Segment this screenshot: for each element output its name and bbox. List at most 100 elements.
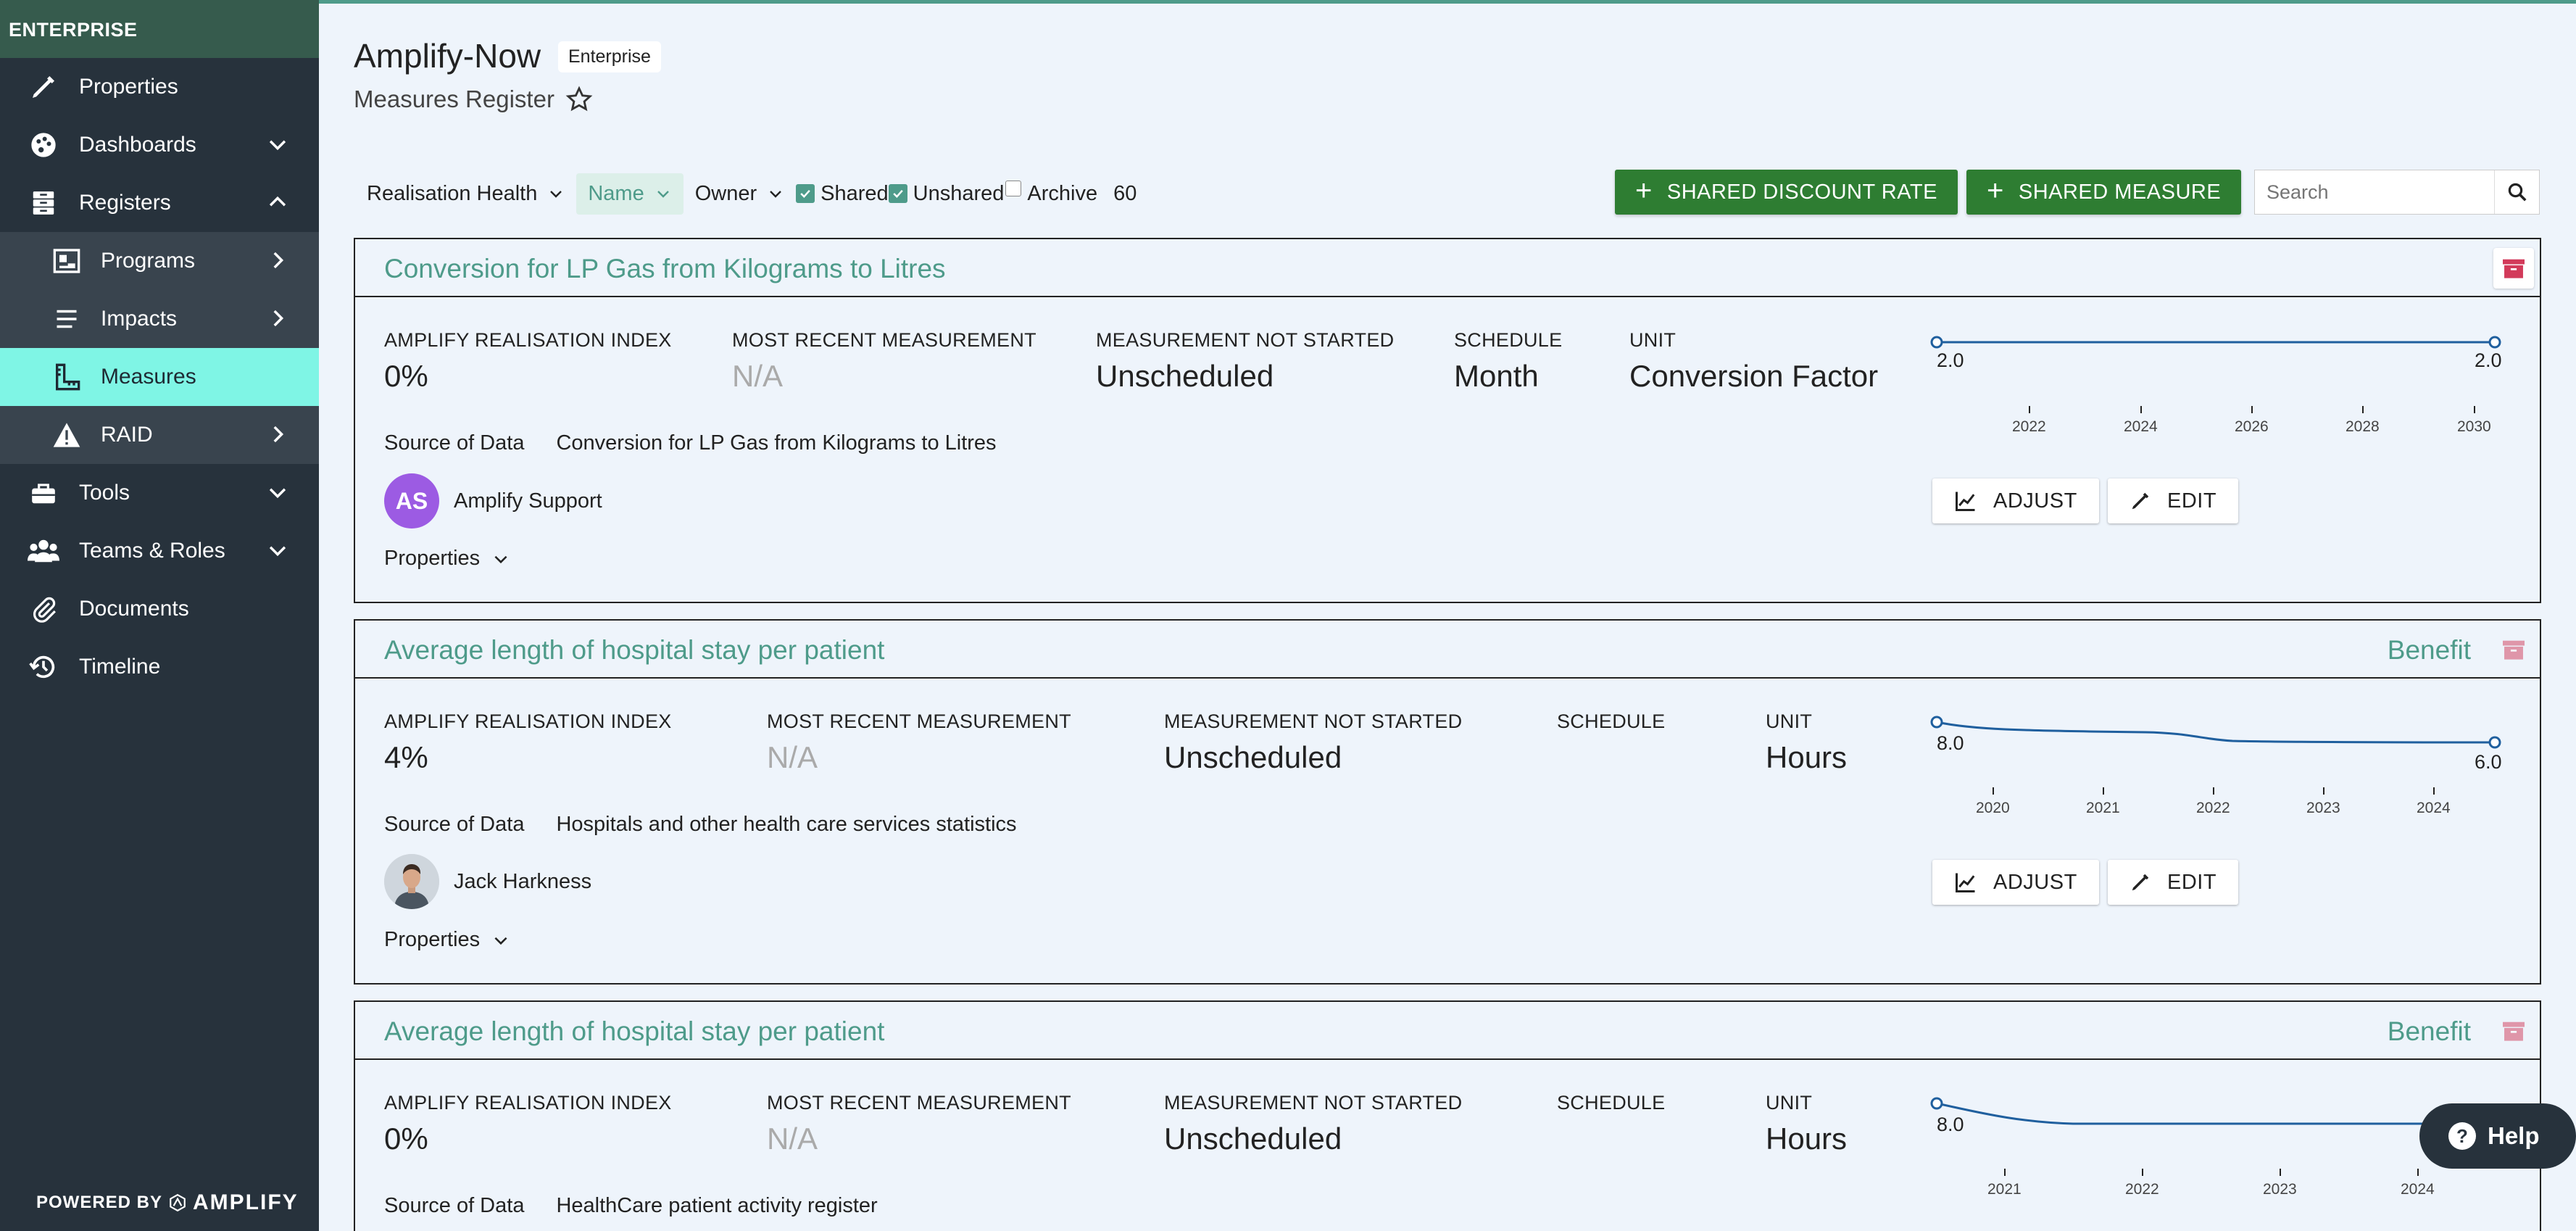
start-point [1930,336,1943,349]
sidebar-item-properties[interactable]: Properties [0,58,319,116]
chart-line-icon [1956,873,1975,892]
ari-metric: AMPLIFY REALISATION INDEX 4% [384,710,672,775]
sidebar-item-raid[interactable]: RAID [0,406,319,464]
metric-label: MOST RECENT MEASUREMENT [732,329,1036,351]
search-button[interactable] [2494,170,2539,214]
favorite-star-icon[interactable] [565,86,593,113]
shared-measure-button[interactable]: + SHARED MEASURE [1966,170,2242,215]
name-sort-filter[interactable]: Name [576,173,684,215]
adjust-button[interactable]: ADJUST [1932,478,2099,523]
metric-value: 4% [384,740,428,774]
x-tick-label: 2022 [2196,800,2230,816]
sidebar-item-label: Dashboards [79,133,196,157]
registers-icon [28,188,59,217]
archive-button[interactable] [2493,248,2534,289]
source-of-data: Source of Data Hospitals and other health… [384,813,1017,837]
metric-label: AMPLIFY REALISATION INDEX [384,710,672,732]
measure-card: Average length of hospital stay per pati… [354,619,2541,985]
measure-card: Average length of hospital stay per pati… [354,1000,2541,1231]
metric-label: UNIT [1766,710,1813,732]
avatar [384,854,439,909]
sidebar-item-dashboards[interactable]: Dashboards [0,116,319,174]
chevron-down-icon [269,488,286,499]
sidebar-item-impacts[interactable]: Impacts [0,290,319,348]
metric-label: SCHEDULE [1557,1092,1666,1114]
properties-label: Properties [384,928,481,951]
chevron-down-icon [269,140,286,151]
end-point [2488,336,2501,349]
metric-label: MEASUREMENT NOT STARTED [1164,710,1463,732]
shared-checkbox[interactable]: Shared [796,182,889,206]
metric-label: MOST RECENT MEASUREMENT [767,710,1071,732]
owner-name: Jack Harkness [454,869,592,893]
powered-by-brand: AMPLIFY [193,1190,299,1214]
adjust-button[interactable]: ADJUST [1932,860,2099,905]
x-axis: 2020 2021 2022 2023 2024 [1976,787,2451,816]
edit-button[interactable]: EDIT [2108,478,2239,523]
end-value-label: 2.0 [2475,349,2502,371]
checkbox-checked-icon [888,184,907,203]
metric-value: Unscheduled [1164,1122,1342,1156]
button-label: ADJUST [1993,870,2077,894]
unit-metric: UNIT Conversion Factor [1629,329,1878,394]
x-tick-label: 2024 [2124,418,2158,435]
unshared-checkbox[interactable]: Unshared [888,181,1005,206]
archive-checkbox[interactable]: Archive [1005,181,1097,206]
filter-label: Realisation Health [367,181,538,205]
help-icon: ? [2448,1122,2476,1150]
shared-discount-rate-button[interactable]: + SHARED DISCOUNT RATE [1615,170,1958,215]
x-axis: 2022 2024 2026 2028 2030 [2012,406,2491,435]
history-icon [28,652,59,681]
sidebar-item-teams-roles[interactable]: Teams & Roles [0,522,319,580]
realisation-health-filter[interactable]: Realisation Health [355,173,576,215]
source-of-data: Source of Data HealthCare patient activit… [384,1194,878,1218]
measure-title[interactable]: Average length of hospital stay per pati… [384,1016,884,1047]
chevron-down-icon [494,937,507,945]
checkbox-label: Unshared [913,181,1005,205]
x-tick-label: 2022 [2125,1181,2159,1198]
chevron-down-icon [657,191,669,198]
measure-title[interactable]: Conversion for LP Gas from Kilograms to … [384,254,946,284]
recent-measurement-metric: MOST RECENT MEASUREMENT N/A [767,1092,1071,1156]
edit-button[interactable]: EDIT [2108,860,2239,905]
start-value-label: 2.0 [1937,349,1964,371]
sidebar-item-documents[interactable]: Documents [0,580,319,638]
programs-icon [51,246,83,275]
properties-toggle[interactable]: Properties [384,547,510,571]
chevron-up-icon [269,196,286,207]
metric-label: AMPLIFY REALISATION INDEX [384,1092,672,1114]
search-input[interactable] [2255,181,2494,204]
metric-label: MEASUREMENT NOT STARTED [1164,1092,1463,1114]
archive-button[interactable] [2493,629,2534,670]
recent-measurement-metric: MOST RECENT MEASUREMENT N/A [767,710,1071,775]
measure-card: Conversion for LP Gas from Kilograms to … [354,238,2541,603]
help-button[interactable]: ? Help [2419,1103,2576,1169]
archive-button[interactable] [2493,1011,2534,1051]
top-accent-line [319,0,2576,4]
sidebar-item-registers[interactable]: Registers [0,174,319,232]
metric-value: N/A [732,359,784,393]
environment-badge: Enterprise [558,41,661,72]
measure-title[interactable]: Average length of hospital stay per pati… [384,635,884,666]
metric-value: Month [1454,359,1539,393]
sidebar-item-timeline[interactable]: Timeline [0,638,319,696]
start-point [1930,1097,1943,1110]
properties-toggle[interactable]: Properties [384,928,510,952]
search-box [2254,170,2540,215]
sidebar: ENTERPRISE Properties Dashboards Registe… [0,0,319,1231]
metric-value: Hours [1766,1122,1848,1156]
sidebar-item-label: Programs [101,249,196,273]
button-label: SHARED MEASURE [2018,180,2222,204]
chevron-right-icon [273,310,284,327]
x-tick-label: 2030 [2457,418,2491,435]
sidebar-item-measures[interactable]: Measures [0,348,319,406]
chevron-down-icon [550,191,562,198]
owner-filter[interactable]: Owner [684,173,796,215]
chevron-right-icon [273,426,284,443]
chevron-right-icon [273,252,284,269]
metric-label: SCHEDULE [1454,329,1563,351]
chart-line-icon [1956,492,1975,511]
sidebar-item-tools[interactable]: Tools [0,464,319,522]
button-label: SHARED DISCOUNT RATE [1666,180,1937,204]
sidebar-item-programs[interactable]: Programs [0,232,319,290]
